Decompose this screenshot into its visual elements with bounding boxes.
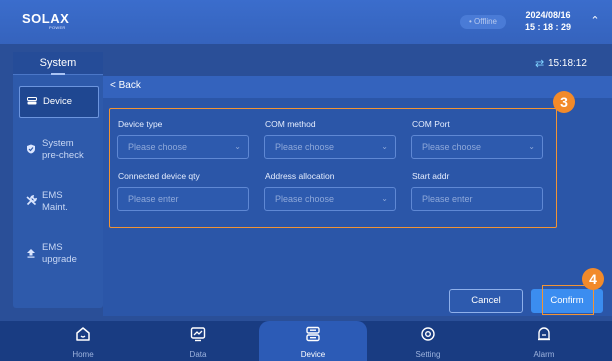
callout-badge-4: 4: [582, 268, 604, 290]
nav-alarm[interactable]: Alarm: [504, 321, 584, 361]
sidebar-item-label: EMS: [42, 190, 63, 201]
sidebar: System Device System pre-check EMS Maint…: [13, 52, 103, 308]
nav-home[interactable]: Home: [43, 321, 123, 361]
chevron-up-icon[interactable]: ⌃: [588, 14, 602, 28]
sidebar-item-label: upgrade: [42, 254, 77, 265]
nav-setting[interactable]: Setting: [388, 321, 468, 361]
sidebar-item-device[interactable]: Device: [19, 86, 99, 118]
com-method-label: COM method: [265, 119, 316, 129]
com-port-label: COM Port: [412, 119, 450, 129]
datetime: 2024/08/16 15 : 18 : 29: [518, 9, 578, 33]
com-port-placeholder: Please choose: [422, 142, 482, 152]
shield-check-icon: [25, 144, 37, 157]
device-qty-placeholder: Please enter: [128, 194, 179, 204]
device-icon: [26, 96, 38, 108]
sidebar-item-label: EMS: [42, 242, 63, 253]
start-addr-placeholder: Please enter: [422, 194, 473, 204]
com-port-select[interactable]: Please choose ⌄: [411, 135, 543, 159]
chevron-down-icon: ⌄: [381, 194, 388, 203]
chart-icon: [158, 326, 238, 347]
sidebar-item-ems-maint[interactable]: EMS Maint.: [19, 186, 99, 218]
home-icon: [43, 326, 123, 347]
start-addr-input[interactable]: Please enter: [411, 187, 543, 211]
nav-label: Home: [72, 350, 94, 359]
sidebar-title-underline: [51, 73, 65, 75]
device-type-label: Device type: [118, 119, 163, 129]
upload-icon: [25, 248, 37, 261]
sidebar-item-ems-upgrade[interactable]: EMS upgrade: [19, 238, 99, 270]
device-type-placeholder: Please choose: [128, 142, 188, 152]
cancel-button[interactable]: Cancel: [449, 289, 523, 313]
refresh-icon[interactable]: ⇄: [535, 57, 544, 70]
nav-label: Alarm: [533, 350, 555, 359]
nav-label: Device: [300, 350, 326, 359]
nav-data[interactable]: Data: [158, 321, 238, 361]
sidebar-item-system-precheck[interactable]: System pre-check: [19, 134, 99, 166]
wrench-icon: [25, 195, 37, 209]
highlight-frame: [542, 285, 594, 315]
back-button[interactable]: < Back: [110, 80, 141, 91]
sidebar-item-label: Maint.: [42, 202, 68, 213]
device-type-select[interactable]: Please choose ⌄: [117, 135, 249, 159]
device-qty-label: Connected device qty: [118, 171, 200, 181]
address-allocation-label: Address allocation: [265, 171, 335, 181]
device-qty-input[interactable]: Please enter: [117, 187, 249, 211]
nav-device[interactable]: Device: [259, 321, 367, 361]
logo-subtext: POWER: [49, 25, 66, 30]
com-method-select[interactable]: Please choose ⌄: [264, 135, 396, 159]
callout-badge-3: 3: [553, 91, 575, 113]
status-badge: • Offline: [460, 15, 506, 29]
alarm-icon: [504, 326, 584, 347]
sidebar-item-label: pre-check: [42, 150, 84, 161]
start-addr-label: Start addr: [412, 171, 450, 181]
date-text: 2024/08/16: [525, 10, 571, 20]
address-allocation-select[interactable]: Please choose ⌄: [264, 187, 396, 211]
nav-label: Data: [189, 350, 207, 359]
settings-icon: [388, 326, 468, 347]
chevron-down-icon: ⌄: [234, 142, 241, 151]
chevron-down-icon: ⌄: [528, 142, 535, 151]
sync-time: 15:18:12: [548, 58, 587, 69]
device-icon: [259, 326, 367, 347]
nav-label: Setting: [415, 350, 441, 359]
back-bar: [103, 76, 612, 98]
address-allocation-placeholder: Please choose: [275, 194, 335, 204]
com-method-placeholder: Please choose: [275, 142, 335, 152]
sidebar-item-label: Device: [43, 96, 73, 107]
sidebar-item-label: System: [42, 138, 74, 149]
sidebar-title: System: [13, 52, 103, 75]
chevron-down-icon: ⌄: [381, 142, 388, 151]
time-text: 15 : 18 : 29: [524, 22, 572, 32]
logo: SOLAX: [22, 11, 70, 26]
